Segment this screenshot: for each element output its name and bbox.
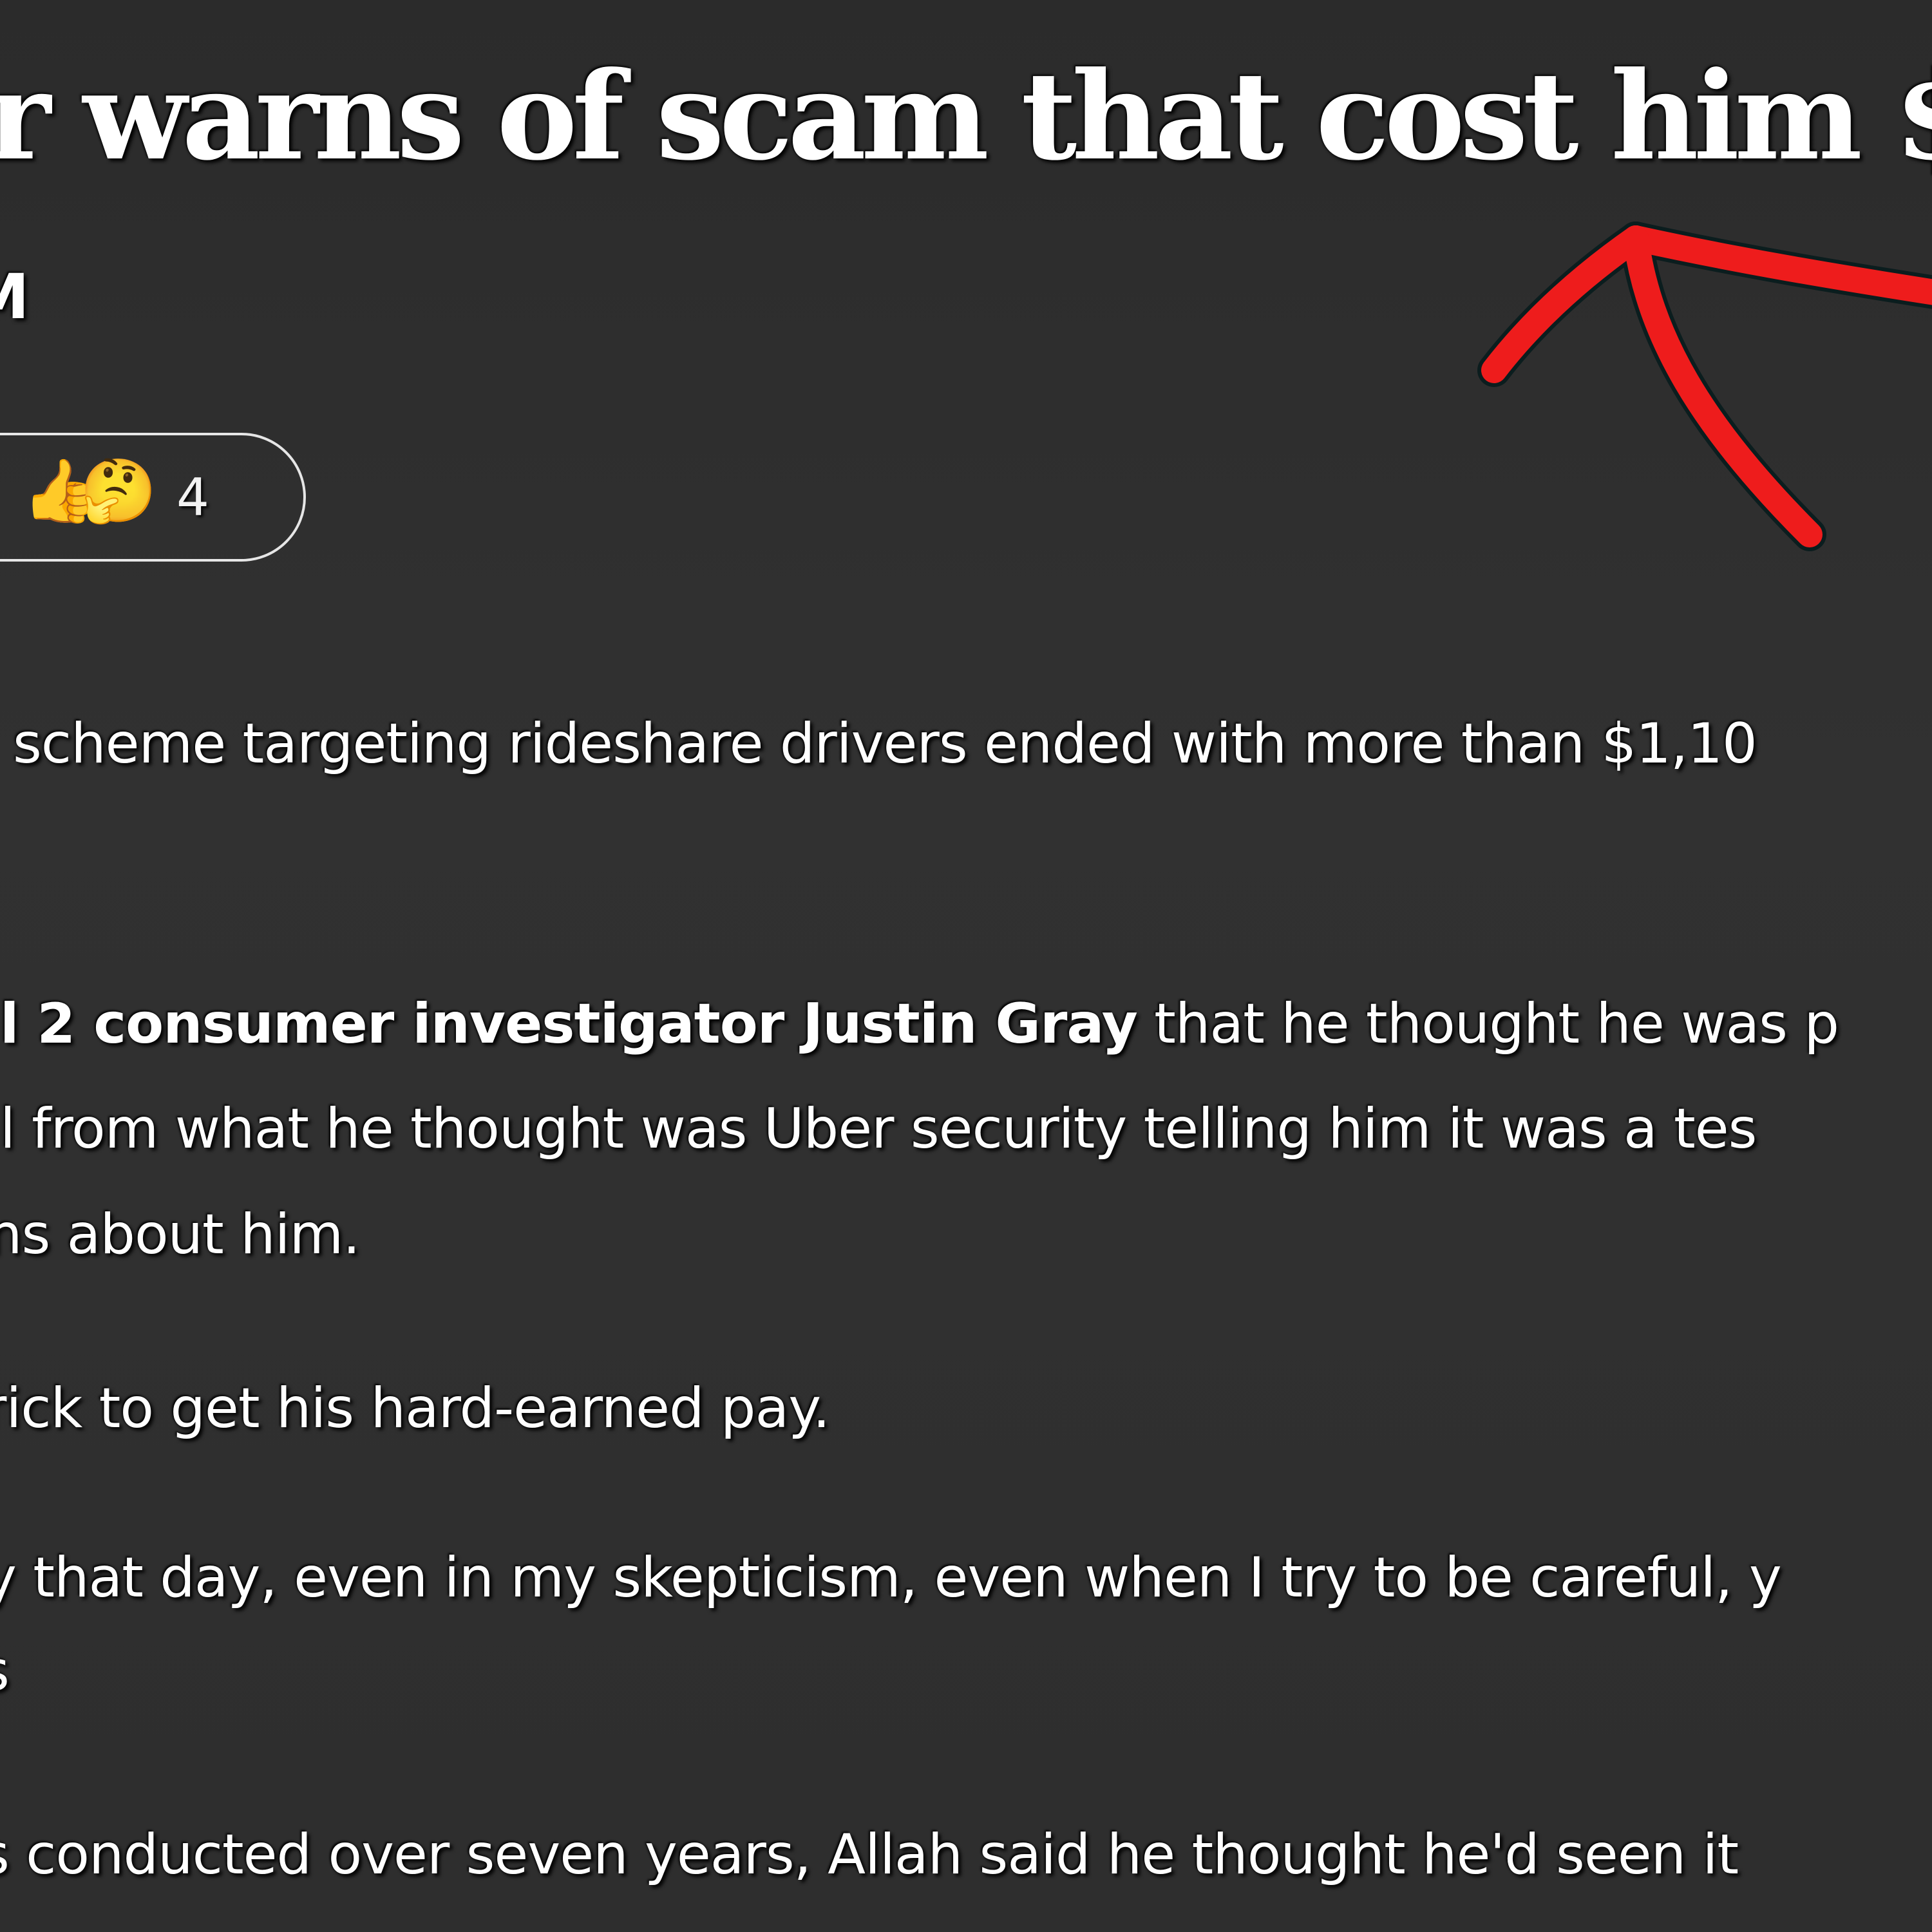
article-paragraph-5: s conducted over seven years, Allah said…: [0, 1823, 1739, 1887]
article-paragraph-2: l 2 consumer investigator Justin Gray th…: [0, 992, 1839, 1056]
reaction-count: 4: [176, 468, 209, 527]
article-paragraph-2-line-2: l from what he thought was Uber security…: [0, 1097, 1757, 1161]
paragraph-text: that he thought he was p: [1137, 992, 1839, 1056]
reporter-credit: l 2 consumer investigator Justin Gray: [0, 992, 1138, 1056]
article-page: r warns of scam that cost him $1,100 wo …: [0, 0, 1932, 1932]
reactions-button[interactable]: 👍 🤔 4: [0, 433, 306, 562]
red-arrow-annotation-icon: [1477, 222, 1932, 551]
thinking-face-icon: 🤔: [80, 455, 157, 527]
article-paragraph-3: rick to get his hard-earned pay.: [0, 1376, 830, 1441]
article-paragraph-2-line-3: ns about him.: [0, 1202, 361, 1267]
article-paragraph-4: y that day, even in my skepticism, even …: [0, 1546, 1782, 1610]
article-paragraph-4-line-2: s: [0, 1639, 10, 1703]
article-headline: r warns of scam that cost him $1,100 wo: [0, 45, 1932, 187]
article-paragraph-1: scheme targeting rideshare drivers ended…: [13, 712, 1757, 776]
article-timestamp: M: [0, 261, 30, 333]
